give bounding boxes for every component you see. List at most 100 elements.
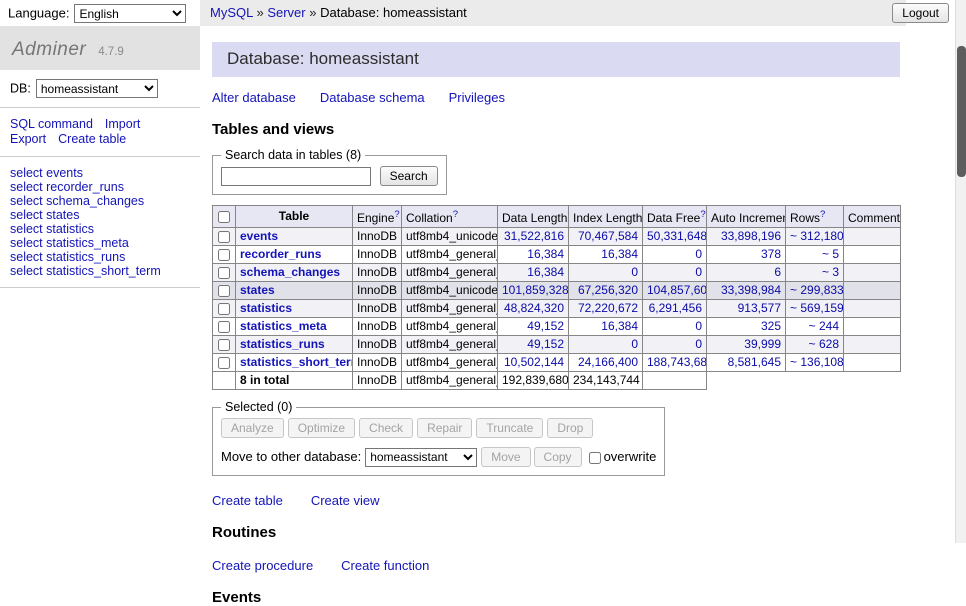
total-collation: utf8mb4_general_ci (402, 372, 498, 390)
sidebar-action-link[interactable]: Export (10, 132, 46, 146)
cell-rows: ~ 5 (786, 246, 844, 264)
top-bar: Language:English MySQL » Server » Databa… (0, 0, 966, 26)
sidebar-table-link[interactable]: select statistics_runs (10, 250, 190, 264)
row-checkbox[interactable] (218, 285, 230, 297)
cell-auto-increment: 325 (707, 318, 786, 336)
search-button[interactable]: Search (380, 166, 438, 186)
create-link[interactable]: Create view (311, 493, 380, 508)
column-header: Collation? (402, 206, 498, 228)
routine-link[interactable]: Create function (341, 558, 429, 573)
move-button[interactable]: Move (481, 447, 530, 467)
move-database-select[interactable]: homeassistant (365, 448, 477, 467)
bulk-action-button[interactable]: Truncate (476, 418, 543, 438)
row-checkbox[interactable] (218, 321, 230, 333)
routine-links: Create procedure Create function (212, 558, 900, 573)
create-links: Create table Create view (212, 493, 900, 508)
database-action-link[interactable]: Database schema (320, 90, 425, 105)
cell-comment (844, 318, 901, 336)
row-checkbox[interactable] (218, 339, 230, 351)
sidebar-table-link[interactable]: select statistics (10, 222, 190, 236)
table-name-link[interactable]: states (240, 283, 275, 297)
row-checkbox[interactable] (218, 357, 230, 369)
routine-link[interactable]: Create procedure (212, 558, 313, 573)
table-row: statistics_short_termInnoDButf8mb4_gener… (213, 354, 901, 372)
language-select[interactable]: English (74, 4, 186, 23)
sidebar-action-link[interactable]: SQL command (10, 117, 93, 131)
row-checkbox[interactable] (218, 249, 230, 261)
sidebar-action-link[interactable]: Import (105, 117, 140, 131)
table-name-link[interactable]: statistics_short_term (240, 355, 353, 369)
routines-heading: Routines (212, 524, 900, 541)
logout-button[interactable]: Logout (892, 3, 949, 23)
breadcrumb-item[interactable]: Server (267, 5, 305, 20)
column-help-link[interactable]: ? (453, 209, 458, 220)
database-action-link[interactable]: Alter database (212, 90, 296, 105)
sidebar-table-link[interactable]: select states (10, 208, 190, 222)
cell-data-length: 49,152 (498, 318, 569, 336)
main-content: Database: homeassistant Alter databaseDa… (200, 26, 900, 606)
table-name-link[interactable]: statistics_runs (240, 337, 325, 351)
table-row: eventsInnoDButf8mb4_unicode_ci31,522,816… (213, 228, 901, 246)
bulk-action-button[interactable]: Repair (417, 418, 472, 438)
scrollbar[interactable] (955, 0, 966, 543)
db-selector-row: DB:homeassistant (0, 70, 200, 108)
copy-button[interactable]: Copy (534, 447, 582, 467)
cell-collation: utf8mb4_general_ci (402, 300, 498, 318)
column-header: Table (236, 206, 353, 228)
table-name-link[interactable]: statistics_meta (240, 319, 327, 333)
app-name[interactable]: Adminer (12, 39, 86, 60)
app-version: 4.7.9 (98, 46, 124, 58)
column-header: Data Length? (498, 206, 569, 228)
db-select[interactable]: homeassistant (36, 79, 158, 98)
sidebar-table-link[interactable]: select statistics_short_term (10, 264, 190, 278)
tables-heading: Tables and views (212, 121, 900, 138)
total-index-length: 234,143,744 (569, 372, 643, 390)
table-name-link[interactable]: recorder_runs (240, 247, 321, 261)
table-name-link[interactable]: schema_changes (240, 265, 340, 279)
cell-index-length: 70,467,584 (569, 228, 643, 246)
column-header: Rows? (786, 206, 844, 228)
cell-collation: utf8mb4_unicode_ci (402, 282, 498, 300)
search-input[interactable] (221, 167, 371, 186)
row-checkbox[interactable] (218, 267, 230, 279)
table-name-link[interactable]: events (240, 229, 278, 243)
cell-engine: InnoDB (353, 282, 402, 300)
cell-index-length: 67,256,320 (569, 282, 643, 300)
sidebar-table-link[interactable]: select events (10, 166, 190, 180)
cell-data-free: 0 (643, 318, 707, 336)
cell-index-length: 72,220,672 (569, 300, 643, 318)
overwrite-checkbox[interactable] (589, 452, 601, 464)
breadcrumb-separator: » (306, 5, 320, 20)
breadcrumb-item[interactable]: MySQL (210, 5, 253, 20)
sidebar-table-link[interactable]: select schema_changes (10, 194, 190, 208)
table-name-link[interactable]: statistics (240, 301, 292, 315)
breadcrumb-separator: » (253, 5, 267, 20)
column-help-link[interactable]: ? (820, 209, 825, 220)
bulk-action-button[interactable]: Analyze (221, 418, 284, 438)
cell-data-length: 16,384 (498, 264, 569, 282)
move-label: Move to other database: (221, 449, 361, 464)
sidebar-table-link[interactable]: select statistics_meta (10, 236, 190, 250)
language-control: Language:English (8, 4, 186, 23)
move-row: Move to other database: homeassistantMove… (221, 447, 656, 467)
cell-data-length: 101,859,328 (498, 282, 569, 300)
cell-data-free: 6,291,456 (643, 300, 707, 318)
bulk-action-button[interactable]: Check (359, 418, 413, 438)
bulk-action-button[interactable]: Optimize (288, 418, 355, 438)
cell-data-free: 104,857,600 (643, 282, 707, 300)
app-logo: Adminer 4.7.9 (0, 26, 200, 70)
database-action-link[interactable]: Privileges (449, 90, 505, 105)
cell-engine: InnoDB (353, 246, 402, 264)
database-actions: Alter database Database schema Privileges (212, 90, 900, 105)
bulk-action-button[interactable]: Drop (547, 418, 593, 438)
column-help-link[interactable]: ? (700, 209, 705, 220)
search-fieldset: Search data in tables (8) Search (212, 148, 447, 195)
sidebar-action-link[interactable]: Create table (58, 132, 126, 146)
create-link[interactable]: Create table (212, 493, 283, 508)
row-checkbox[interactable] (218, 231, 230, 243)
select-all-checkbox[interactable] (218, 211, 230, 223)
column-help-link[interactable]: ? (394, 209, 399, 220)
row-checkbox[interactable] (218, 303, 230, 315)
sidebar-table-link[interactable]: select recorder_runs (10, 180, 190, 194)
scrollbar-thumb[interactable] (957, 46, 966, 177)
